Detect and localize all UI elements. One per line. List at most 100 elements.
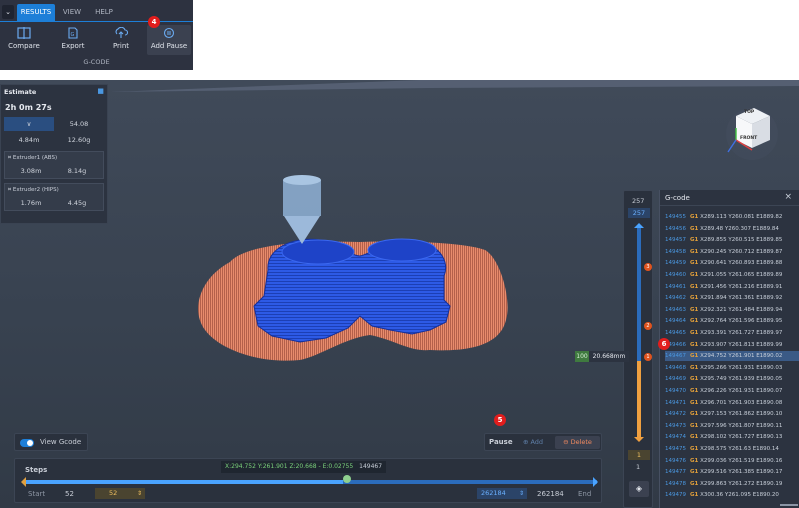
gcode-line[interactable]: 149459 G1 X290.641 Y260.893 E1889.88	[665, 258, 799, 268]
spinner-icon[interactable]: ⇕	[137, 488, 142, 499]
gcode-line[interactable]: 149476 G1 X299.036 Y261.519 E1890.16	[665, 456, 799, 466]
gcode-line[interactable]: 149460 G1 X291.055 Y261.065 E1889.89	[665, 270, 799, 280]
export-icon: G	[68, 27, 78, 39]
gcode-line-number: 149462	[665, 295, 686, 302]
gcode-args: X293.907 Y261.813 E1889.99	[700, 341, 783, 348]
gcode-args: X295.749 Y261.939 E1890.05	[700, 376, 783, 383]
gcode-line[interactable]: 149468 G1 X295.266 Y261.931 E1890.03	[665, 363, 799, 373]
gcode-line[interactable]: 149462 G1 X291.894 Y261.361 E1889.92	[665, 293, 799, 303]
pin-icon[interactable]: ■	[97, 87, 104, 95]
gcode-line[interactable]: 149457 G1 X289.855 Y260.515 E1889.85	[665, 235, 799, 245]
steps-current-marker[interactable]	[343, 475, 351, 483]
steps-end-handle[interactable]	[593, 477, 598, 487]
gcode-args: X296.701 Y261.903 E1890.08	[700, 399, 783, 406]
add-pause-icon	[163, 27, 175, 39]
gcode-line-number: 149463	[665, 306, 686, 313]
model-opening-left	[281, 239, 355, 265]
close-icon[interactable]: ×	[784, 192, 792, 202]
gcode-args: X289.855 Y260.515 E1889.85	[700, 237, 783, 244]
gcode-line[interactable]: 149472 G1 X297.153 Y261.862 E1890.10	[665, 409, 799, 419]
gcode-args: X295.266 Y261.931 E1890.03	[700, 364, 783, 371]
pause-marker-3[interactable]: 3	[644, 263, 652, 271]
gcode-args: X291.055 Y261.065 E1889.89	[700, 272, 783, 278]
steps-start-input[interactable]: 52 ⇕	[95, 488, 145, 499]
pause-panel: Pause ⊕ Add ⊖ Delete	[484, 433, 602, 451]
layer-bottom-input[interactable]: 1	[628, 450, 650, 460]
extruder1-row: 3.08m 8.14g	[8, 164, 100, 178]
gcode-line[interactable]: 149461 G1 X291.456 Y261.216 E1889.91	[665, 282, 799, 292]
gcode-args: X296.226 Y261.931 E1890.07	[700, 388, 783, 394]
gcode-line[interactable]: 149474 G1 X298.102 Y261.727 E1890.13	[665, 432, 799, 442]
gcode-args: X292.321 Y261.484 E1889.94	[700, 306, 783, 313]
extruder2-name: ⌗ Extruder2 (HIPS)	[8, 187, 59, 193]
gcode-args: X290.245 Y260.712 E1889.87	[700, 248, 783, 255]
pause-delete-button[interactable]: ⊖ Delete	[555, 436, 600, 449]
export-label: Export	[61, 42, 85, 50]
view-gcode-label: View Gcode	[40, 438, 82, 446]
add-pause-button[interactable]: Add Pause	[147, 25, 191, 55]
gcode-command: G1	[690, 248, 699, 255]
steps-end-input[interactable]: 262184 ⇕	[477, 488, 527, 499]
gcode-line[interactable]: 149469 G1 X295.749 Y261.939 E1890.05	[665, 374, 799, 384]
gcode-line[interactable]: 149465 G1 X293.391 Y261.727 E1889.97	[665, 328, 799, 338]
layer-top-handle[interactable]	[634, 223, 644, 228]
gcode-command: G1	[690, 295, 699, 302]
total-dropdown[interactable]: ∨	[4, 117, 54, 131]
gcode-scrollbar[interactable]	[780, 504, 798, 506]
navcube-label-top[interactable]: TOP	[744, 110, 754, 115]
steps-tooltip: X:294.752 Y:261.901 Z:20.668 - E:0.02755…	[221, 461, 387, 473]
gcode-line[interactable]: 149470 G1 X296.226 Y261.931 E1890.07	[665, 386, 799, 396]
pause-marker-1[interactable]: 1	[644, 353, 652, 361]
compare-label: Compare	[8, 42, 40, 50]
steps-start-handle[interactable]	[21, 477, 26, 487]
gcode-line[interactable]: 149463 G1 X292.321 Y261.484 E1889.94	[665, 305, 799, 315]
export-button[interactable]: G Export	[51, 27, 95, 50]
spinner-icon[interactable]: ⇕	[519, 488, 524, 499]
gcode-line-number: 149459	[665, 260, 686, 267]
print-button[interactable]: Print	[99, 27, 143, 50]
print-icon	[115, 27, 128, 38]
gcode-line-number: 149472	[665, 411, 686, 418]
extruder2-box: ⌗ Extruder2 (HIPS) 1.76m 4.45g	[4, 183, 104, 211]
gcode-line-number: 149474	[665, 434, 686, 441]
total-value: 54.08	[69, 120, 89, 128]
gcode-line[interactable]: 149479 G1 X300.36 Y261.095 E1890.20	[665, 490, 799, 500]
gcode-line-number: 149457	[665, 237, 686, 244]
pause-marker-2[interactable]: 2	[644, 322, 652, 330]
gcode-line[interactable]: 149464 G1 X292.764 Y261.596 E1889.95	[665, 316, 799, 326]
pause-add-button[interactable]: ⊕ Add	[515, 436, 551, 449]
navcube-label-front[interactable]: FRONT	[740, 136, 757, 141]
gcode-command: G1	[690, 364, 699, 371]
gcode-command: G1	[690, 260, 699, 267]
steps-start-label: Start	[28, 490, 46, 498]
compare-button[interactable]: Compare	[2, 27, 46, 50]
tab-view[interactable]: VIEW	[58, 4, 86, 21]
steps-end-value: 262184	[537, 490, 564, 498]
ribbon-toolbar: ⌄ RESULTS VIEW HELP Compare G Export Pri…	[0, 0, 193, 70]
total-length: 4.84m	[18, 136, 40, 144]
gcode-line[interactable]: 149471 G1 X296.701 Y261.903 E1890.08	[665, 398, 799, 408]
layers-button[interactable]: ◈	[629, 481, 649, 497]
gcode-line[interactable]: 149473 G1 X297.596 Y261.807 E1890.11	[665, 421, 799, 431]
view-gcode-toggle[interactable]	[20, 439, 34, 447]
gcode-line[interactable]: 149466 G1 X293.907 Y261.813 E1889.99	[665, 340, 799, 350]
steps-track-done	[23, 480, 343, 484]
gcode-line[interactable]: 149478 G1 X299.863 Y261.272 E1890.19	[665, 479, 799, 489]
gcode-line[interactable]: 149477 G1 X299.516 Y261.385 E1890.17	[665, 467, 799, 477]
gcode-args: X289.113 Y260.081 E1889.82	[700, 214, 783, 220]
gcode-line-current[interactable]: 149467 G1 X294.752 Y261.901 E1890.02	[665, 351, 799, 362]
gcode-line[interactable]: 149458 G1 X290.245 Y260.712 E1889.87	[665, 247, 799, 257]
layer-bottom-handle[interactable]	[634, 437, 644, 442]
gcode-line[interactable]: 149455 G1 X289.113 Y260.081 E1889.82	[665, 212, 799, 222]
layer-top-input[interactable]: 257	[628, 208, 650, 218]
gcode-command: G1	[690, 283, 699, 290]
gcode-line[interactable]: 149456 G1 X289.48 Y260.307 E1889.84	[665, 224, 799, 234]
total-weight: 12.60g	[67, 136, 91, 144]
tab-results[interactable]: RESULTS	[17, 4, 55, 21]
gcode-line-number: 149461	[665, 283, 686, 290]
gcode-args: X299.036 Y261.519 E1890.16	[700, 457, 783, 464]
compare-icon	[17, 27, 31, 39]
gcode-args: X292.764 Y261.596 E1889.95	[700, 318, 783, 325]
gcode-line[interactable]: 149475 G1 X298.575 Y261.63 E1890.14	[665, 444, 799, 454]
tab-help[interactable]: HELP	[90, 4, 118, 21]
